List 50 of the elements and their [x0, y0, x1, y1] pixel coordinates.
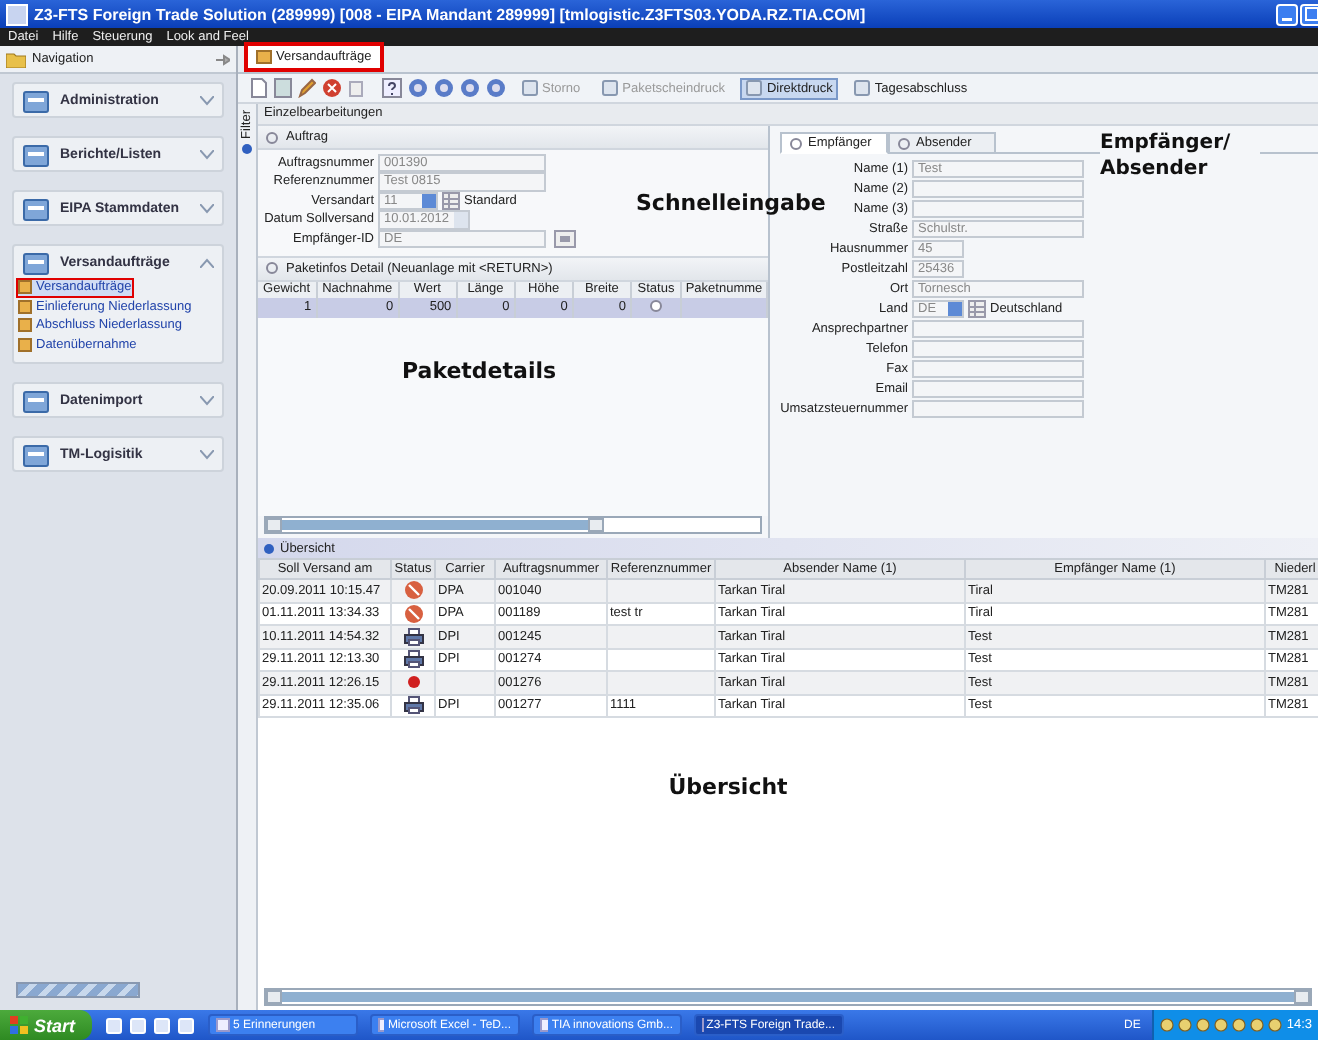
window-title: Z3-FTS Foreign Trade Solution (289999) [008 - EIPA Mandant 289999] [tmlogistic.Z3FTS03.YODA.RZ.TIA.COM] [34, 5, 868, 23]
windows-logo [10, 1016, 28, 1034]
annotation-label: Schnelleingabe [636, 190, 826, 220]
app-icon [377, 1018, 384, 1032]
save-icon[interactable] [274, 78, 292, 98]
input-field[interactable] [912, 319, 1084, 339]
toolbar-icon [602, 80, 619, 96]
app-icon [215, 1018, 230, 1032]
pencil-icon[interactable] [298, 78, 316, 98]
folder-icon [6, 50, 26, 68]
module-icon [22, 195, 50, 221]
new-document-icon[interactable] [250, 78, 268, 98]
module-icon [22, 249, 50, 275]
input-field[interactable] [912, 399, 1084, 419]
horizontal-scrollbar[interactable] [264, 988, 1312, 1006]
module-icon [22, 141, 50, 167]
input-field[interactable] [912, 379, 1084, 399]
toolbar-icon [854, 80, 871, 96]
grid-icon[interactable] [442, 191, 460, 210]
help-icon[interactable] [382, 78, 402, 98]
minimize-button[interactable] [1276, 3, 1298, 25]
module-icon [22, 441, 50, 467]
toolbar-icon [746, 80, 763, 96]
start-button[interactable]: Start [0, 1010, 92, 1040]
annotation-label: Übersicht [668, 774, 788, 804]
collapse-icon[interactable] [266, 262, 278, 274]
input-field[interactable] [912, 179, 1084, 199]
module-icon [22, 87, 50, 113]
progress-indicator [16, 982, 140, 998]
horizontal-scrollbar[interactable] [264, 516, 762, 534]
delete-icon[interactable] [322, 78, 342, 98]
annotation-label: Paketdetails [402, 357, 559, 383]
toolbar-icon [522, 80, 538, 96]
app-icon [6, 3, 28, 25]
input-field[interactable] [912, 199, 1084, 219]
input-field[interactable] [912, 339, 1084, 359]
radio-icon [790, 137, 802, 149]
copy-icon[interactable] [348, 78, 368, 98]
maximize-button[interactable] [1300, 3, 1318, 25]
input-field[interactable] [912, 359, 1084, 379]
status-radio-icon [649, 299, 661, 311]
maximize-icon [1303, 6, 1318, 22]
collapse-icon[interactable] [266, 131, 278, 143]
pin-icon[interactable] [216, 53, 230, 65]
module-icon [22, 387, 50, 413]
lookup-icon[interactable] [554, 229, 576, 248]
document-icon [256, 50, 272, 64]
app-icon [539, 1018, 548, 1032]
grid-icon[interactable] [968, 300, 986, 318]
radio-icon [898, 137, 910, 149]
